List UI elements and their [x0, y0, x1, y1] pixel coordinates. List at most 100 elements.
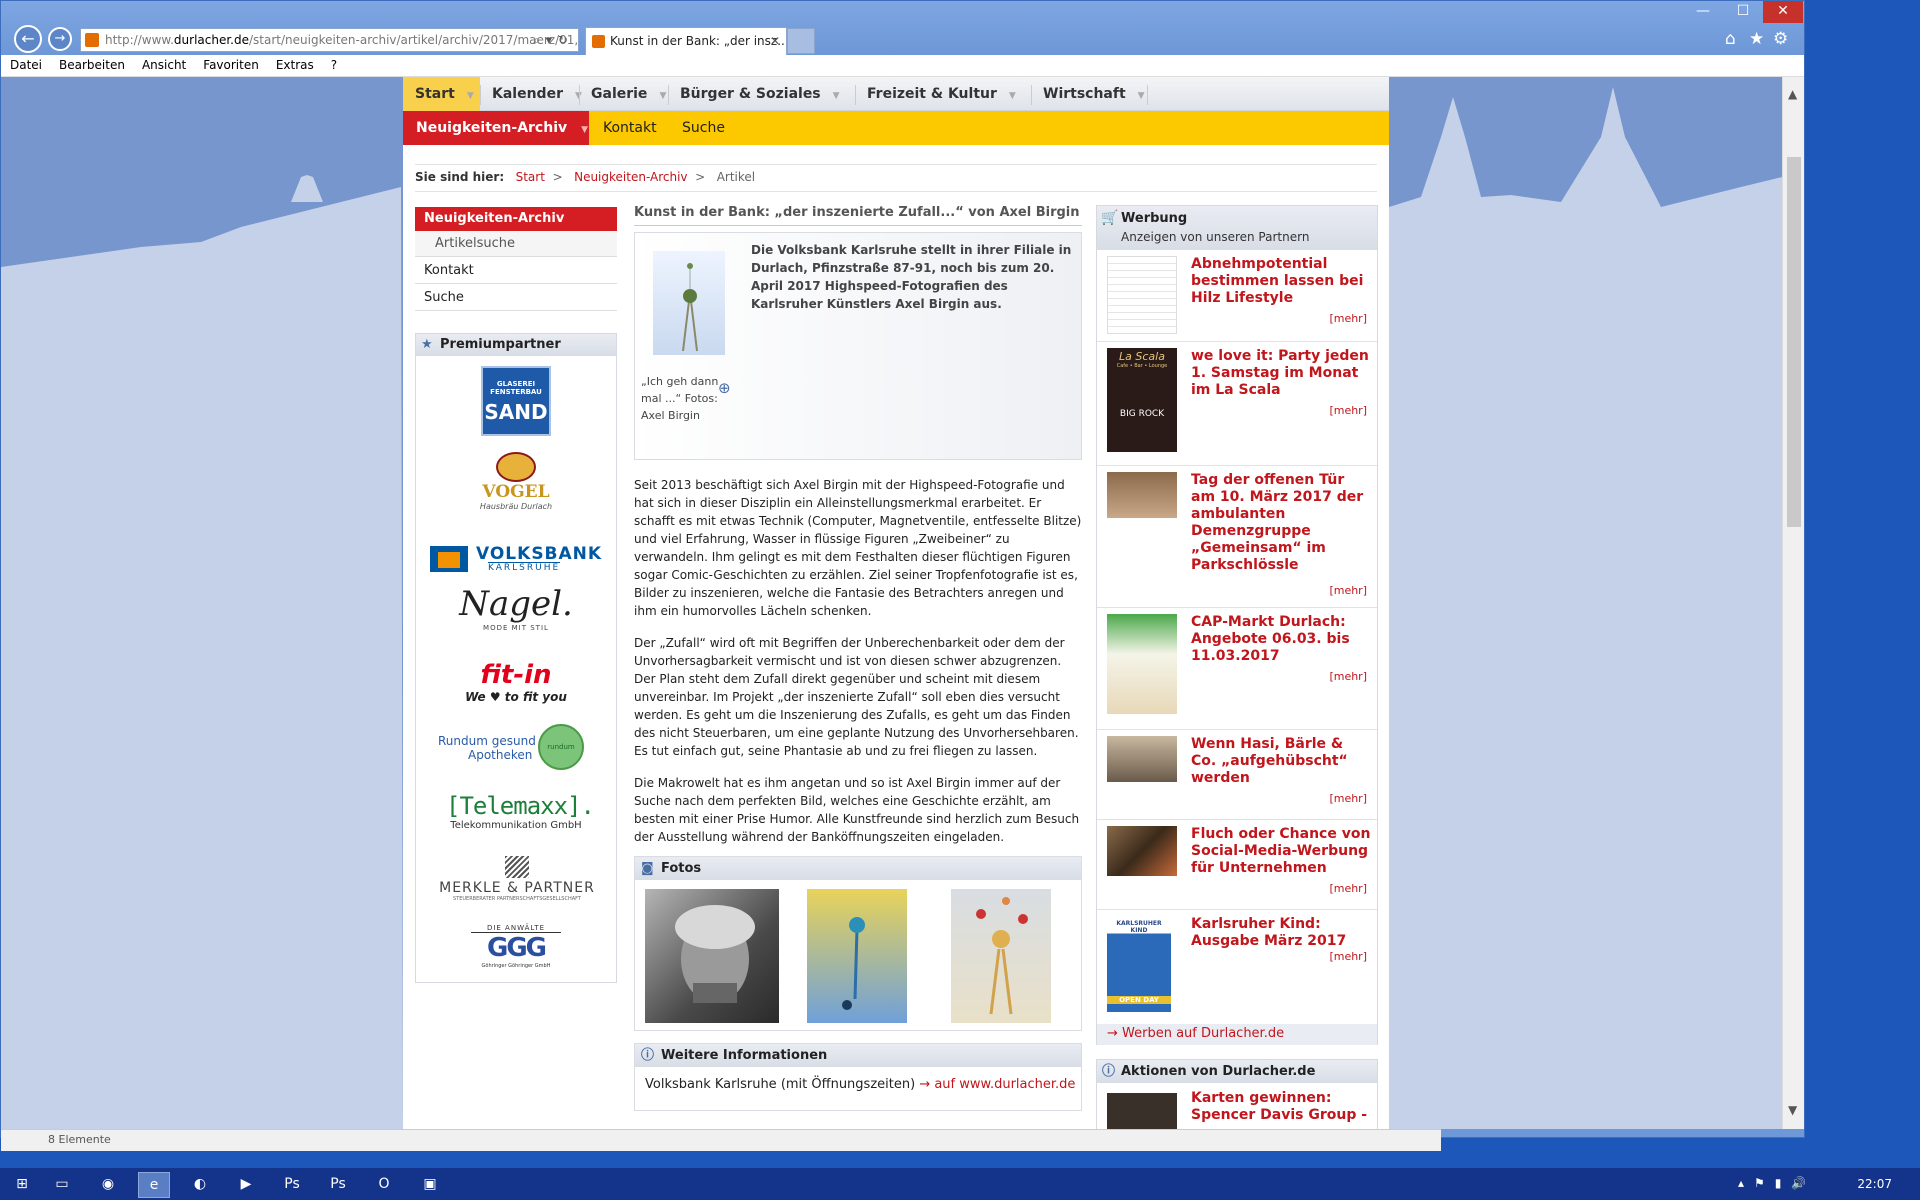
sidebar-header[interactable]: Neuigkeiten-Archiv — [415, 207, 617, 231]
breadcrumb-artikel: Artikel — [716, 170, 756, 184]
scroll-up-icon[interactable]: ▲ — [1788, 87, 1797, 101]
partner-logo-telemaxx[interactable]: [Telemaxx]. Telekommunikation GmbH — [446, 792, 595, 838]
sidebar-item-suche[interactable]: Suche — [415, 284, 617, 311]
ad-more-link[interactable]: [mehr] — [1329, 950, 1367, 963]
nav-wirtschaft[interactable]: Wirtschaft ▼ — [1031, 77, 1145, 111]
menu-bearbeiten[interactable]: Bearbeiten — [50, 55, 133, 72]
menu-datei[interactable]: Datei — [1, 55, 50, 72]
cart-icon: 🛒 — [1101, 210, 1119, 226]
article: Kunst in der Bank: „der inszenierte Zufa… — [634, 205, 1082, 1111]
home-icon[interactable]: ⌂ — [1725, 29, 1736, 49]
ad-item[interactable]: Wenn Hasi, Bärle & Co. „aufgehübscht“ we… — [1097, 730, 1377, 820]
nav-galerie[interactable]: Galerie ▼ — [579, 77, 666, 111]
scroll-down-icon[interactable]: ▼ — [1788, 1103, 1797, 1117]
article-title: Kunst in der Bank: „der inszenierte Zufa… — [634, 205, 1082, 226]
partner-logo-volksbank[interactable]: VOLKSBANK KARLSRUHE — [430, 544, 602, 574]
url-path: /start/neuigkeiten-archiv/artikel/archiv… — [249, 33, 579, 47]
main-navigation: Start▼ Kalender▼ Galerie▼ Bürger & Sozia… — [403, 77, 1389, 111]
ads-box: 🛒 Werbung Anzeigen von unseren Partnern … — [1096, 205, 1378, 1045]
ad-item[interactable]: KARLSRUHER KIND OPEN DAY Karlsruher Kind… — [1097, 910, 1377, 1024]
nav-buerger-soziales[interactable]: Bürger & Soziales ▼ — [668, 77, 840, 111]
app-o-icon[interactable]: O — [368, 1172, 400, 1198]
chrome-icon[interactable]: ◉ — [92, 1172, 124, 1198]
firefox-icon[interactable]: ◐ — [184, 1172, 216, 1198]
subnav-suche[interactable]: Suche — [682, 111, 725, 145]
ads-column: 🛒 Werbung Anzeigen von unseren Partnern … — [1096, 205, 1378, 1129]
article-lead: Die Volksbank Karlsruhe stellt in ihrer … — [751, 243, 1072, 311]
ad-thumb — [1107, 826, 1177, 876]
zoom-icon[interactable]: ⊕ — [718, 379, 731, 397]
breadcrumb-start[interactable]: Start — [516, 170, 545, 184]
sidebar-item-kontakt[interactable]: Kontakt — [415, 257, 617, 284]
ads-header: 🛒 Werbung Anzeigen von unseren Partnern — [1097, 206, 1377, 250]
partner-logo-merkle-partner[interactable]: MERKLE & PARTNER STEUERBERATER PARTNERSC… — [434, 856, 600, 912]
partner-logo-ggg[interactable]: DIE ANWÄLTE GGG Göhringer Göhringer GmbH — [471, 924, 561, 976]
ad-item[interactable]: La Scala Cafe • Bar • Lounge BIG ROCK we… — [1097, 342, 1377, 466]
ad-more-link[interactable]: [mehr] — [1329, 404, 1367, 417]
photo-drop-yellow[interactable] — [807, 889, 907, 1023]
ad-thumb: La Scala Cafe • Bar • Lounge BIG ROCK — [1107, 348, 1177, 452]
ad-more-link[interactable]: [mehr] — [1329, 312, 1367, 325]
menu-help[interactable]: ? — [322, 55, 345, 72]
aktionen-item[interactable]: Karten gewinnen: Spencer Davis Group - — [1191, 1090, 1377, 1124]
tab-favicon-icon — [592, 35, 605, 48]
subnav-kontakt[interactable]: Kontakt — [603, 111, 657, 145]
scrollbar-thumb[interactable] — [1787, 157, 1801, 527]
ad-more-link[interactable]: [mehr] — [1329, 792, 1367, 805]
tab-close-icon[interactable]: ✕ — [770, 28, 780, 54]
aktionen-thumb[interactable] — [1107, 1093, 1177, 1129]
sidebar-item-artikelsuche[interactable]: Artikelsuche — [415, 231, 617, 257]
menu-extras[interactable]: Extras — [267, 55, 322, 72]
search-refresh-icon[interactable]: ⌕▾↻ — [533, 29, 574, 51]
teaser-image[interactable] — [653, 251, 725, 355]
app-image-icon[interactable]: ▣ — [414, 1172, 446, 1198]
more-info-box: ⓘ Weitere Informationen Volksbank Karlsru… — [634, 1043, 1082, 1111]
ad-more-link[interactable]: [mehr] — [1329, 670, 1367, 683]
maximize-button[interactable]: ☐ — [1723, 1, 1763, 23]
werben-link[interactable]: → Werben auf Durlacher.de — [1097, 1024, 1377, 1045]
menu-ansicht[interactable]: Ansicht — [133, 55, 194, 72]
partner-logo-fit-in[interactable]: fit-in We ♥ to fit you — [456, 660, 576, 710]
ad-thumb — [1107, 736, 1177, 782]
back-button[interactable]: ← — [14, 25, 42, 53]
partner-logo-nagel[interactable]: Nagel. MODE MIT STIL — [451, 584, 581, 644]
ad-item[interactable]: Fluch oder Chance von Social-Media-Werbu… — [1097, 820, 1377, 910]
close-window-button[interactable]: ✕ — [1763, 1, 1803, 23]
new-tab-button[interactable] — [787, 28, 815, 54]
vertical-scrollbar[interactable]: ▲ ▼ — [1782, 77, 1804, 1129]
favorites-star-icon[interactable]: ★ — [1749, 29, 1764, 49]
ad-item[interactable]: Tag der offenen Tür am 10. März 2017 der… — [1097, 466, 1377, 608]
partner-logo-vogel[interactable]: VOGEL Hausbräu Durlach — [476, 452, 556, 524]
media-player-icon[interactable]: ▶ — [230, 1172, 262, 1198]
nav-kalender[interactable]: Kalender▼ — [480, 77, 582, 111]
start-button-icon[interactable]: ⊞ — [6, 1172, 38, 1198]
article-teaser: „Ich geh dann mal ...“ Fotos: Axel Birgi… — [634, 232, 1082, 460]
partner-logo-sand[interactable]: GLASEREI FENSTERBAU SAND — [481, 366, 551, 436]
ad-more-link[interactable]: [mehr] — [1329, 584, 1367, 597]
ad-item[interactable]: Abnehmpotential bestimmen lassen bei Hil… — [1097, 250, 1377, 342]
minimize-button[interactable]: — — [1683, 1, 1723, 23]
nav-freizeit-kultur[interactable]: Freizeit & Kultur ▼ — [855, 77, 1016, 111]
photo-portrait[interactable] — [645, 889, 779, 1023]
ad-item[interactable]: CAP-Markt Durlach: Angebote 06.03. bis 1… — [1097, 608, 1377, 730]
status-bar: 8 Elemente — [1, 1129, 1441, 1151]
internet-explorer-icon[interactable]: e — [138, 1172, 170, 1198]
camera-icon: ◙ — [641, 861, 654, 876]
settings-gear-icon[interactable]: ⚙ — [1773, 29, 1788, 49]
photo-drop-figure[interactable] — [951, 889, 1051, 1023]
photoshop-icon[interactable]: Ps — [276, 1172, 308, 1198]
system-tray[interactable]: ▴⚑▮🔊 — [1738, 1176, 1816, 1190]
ad-more-link[interactable]: [mehr] — [1329, 882, 1367, 895]
file-explorer-icon[interactable]: ▭ — [46, 1172, 78, 1198]
partner-logo-rundum-gesund[interactable]: Rundum gesund Apotheken rundum gesund — [438, 724, 598, 776]
menu-favoriten[interactable]: Favoriten — [194, 55, 267, 72]
browser-tab[interactable]: Kunst in der Bank: „der insz... ✕ — [585, 27, 787, 55]
photoshop-2-icon[interactable]: Ps — [322, 1172, 354, 1198]
address-bar[interactable]: http://www.durlacher.de/start/neuigkeite… — [80, 28, 579, 52]
forward-button[interactable]: → — [48, 27, 72, 51]
nav-start[interactable]: Start ▼ — [403, 77, 480, 111]
subnav-neuigkeiten-archiv[interactable]: Neuigkeiten-Archiv ▼ — [403, 111, 589, 145]
more-info-link[interactable]: → auf www.durlacher.de — [919, 1077, 1075, 1092]
ad-thumb — [1107, 614, 1177, 714]
breadcrumb-neuigkeiten-archiv[interactable]: Neuigkeiten-Archiv — [574, 170, 687, 184]
